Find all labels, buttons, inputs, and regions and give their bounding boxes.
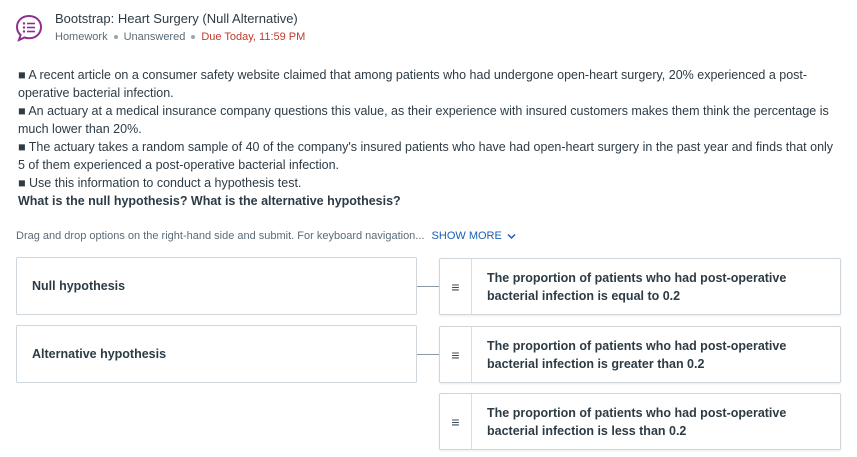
drop-target-label: Null hypothesis xyxy=(32,279,126,293)
connector-line xyxy=(417,354,441,355)
assignment-status: Unanswered xyxy=(123,31,186,43)
chevron-down-icon xyxy=(507,233,516,239)
option-text: The proportion of patients who had post-… xyxy=(487,271,787,303)
draggable-option[interactable]: ≡ The proportion of patients who had pos… xyxy=(439,258,841,315)
draggable-option[interactable]: ≡ The proportion of patients who had pos… xyxy=(439,326,841,383)
question-bullet: ■ The actuary takes a random sample of 4… xyxy=(18,140,834,172)
question-prompt: What is the null hypothesis? What is the… xyxy=(18,194,401,208)
draggable-option[interactable]: ≡ The proportion of patients who had pos… xyxy=(439,393,841,450)
show-more-link[interactable]: SHOW MORE xyxy=(432,230,516,242)
drop-target-null-hypothesis[interactable]: Null hypothesis xyxy=(16,257,417,315)
separator-dot xyxy=(113,35,118,40)
drag-handle-icon[interactable]: ≡ xyxy=(440,394,472,449)
option-text: The proportion of patients who had post-… xyxy=(487,406,787,438)
assignment-meta: Homework Unanswered Due Today, 11:59 PM xyxy=(55,31,305,43)
drop-target-label: Alternative hypothesis xyxy=(32,347,167,361)
drop-target-alternative-hypothesis[interactable]: Alternative hypothesis xyxy=(16,325,417,383)
assignment-type: Homework xyxy=(55,31,108,43)
drag-handle-icon[interactable]: ≡ xyxy=(440,327,472,382)
question-bullet: ■ A recent article on a consumer safety … xyxy=(18,68,808,100)
instructions-text: Drag and drop options on the right-hand … xyxy=(16,230,425,242)
separator-dot xyxy=(191,35,196,40)
chat-list-icon xyxy=(15,14,43,42)
question-body: ■ A recent article on a consumer safety … xyxy=(18,66,838,210)
assignment-title: Bootstrap: Heart Surgery (Null Alternati… xyxy=(55,11,298,26)
question-bullet: ■ Use this information to conduct a hypo… xyxy=(18,176,302,190)
question-bullet: ■ An actuary at a medical insurance comp… xyxy=(18,104,829,136)
due-date: Due Today, 11:59 PM xyxy=(201,31,306,43)
drag-handle-icon[interactable]: ≡ xyxy=(440,259,472,314)
option-text: The proportion of patients who had post-… xyxy=(487,339,787,371)
connector-line xyxy=(417,286,441,287)
drag-instructions: Drag and drop options on the right-hand … xyxy=(16,230,516,242)
